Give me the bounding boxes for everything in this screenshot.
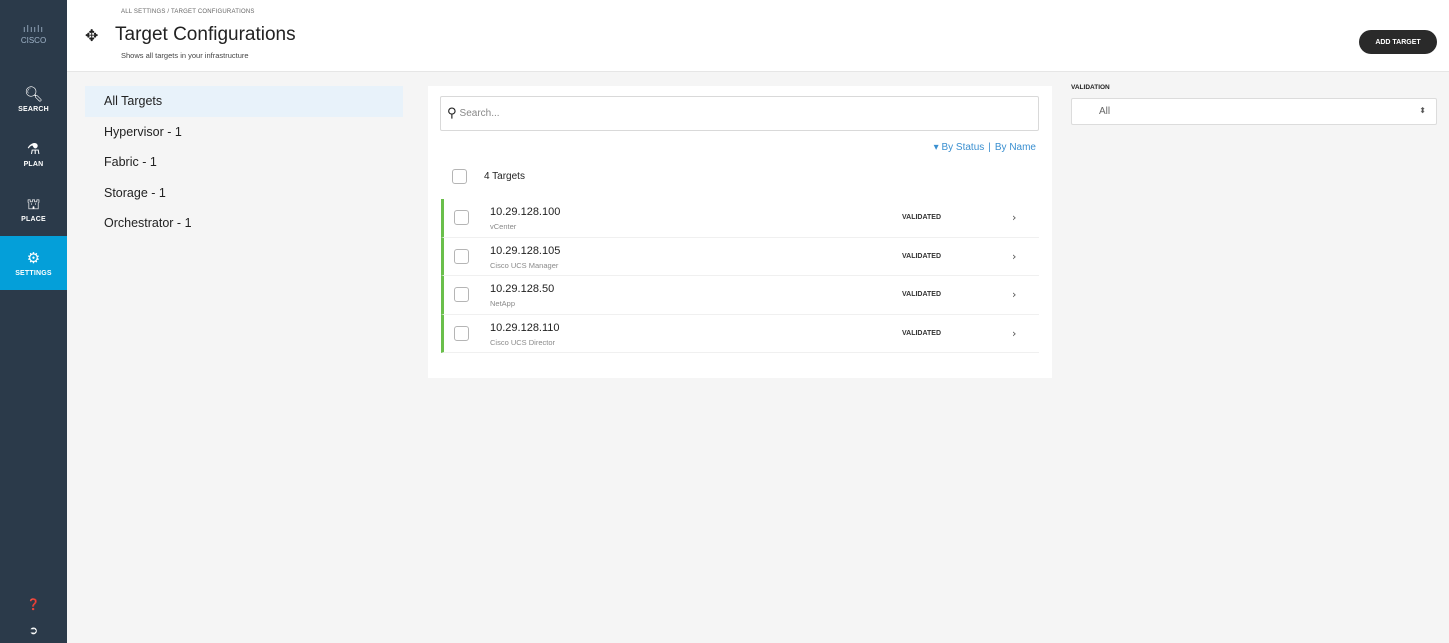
target-row[interactable]: 10.29.128.110 Cisco UCS Director VALIDAT… — [441, 314, 1039, 353]
status-badge: VALIDATED — [902, 329, 942, 337]
flask-icon: ⚗ — [26, 139, 41, 158]
logout-icon[interactable]: ➲ — [0, 624, 67, 637]
nav-item-label: PLAN — [23, 160, 44, 168]
title-row: ✥ Target Configurations — [85, 24, 296, 46]
target-ip: 10.29.128.50 — [490, 283, 555, 295]
nav-item-label: SETTINGS — [15, 269, 52, 277]
target-ip: 10.29.128.100 — [490, 206, 561, 218]
validation-select[interactable]: All ⬍ — [1071, 98, 1437, 125]
status-badge: VALIDATED — [902, 252, 942, 260]
filter-orchestrator[interactable]: Orchestrator - 1 — [85, 208, 403, 239]
sort-by-status-link[interactable]: ▾ By Status — [934, 142, 985, 153]
cisco-logo[interactable]: ılıılı CISCO — [0, 0, 67, 70]
search-input[interactable] — [459, 108, 1020, 119]
nav-item-search[interactable]: 🔍︎ SEARCH — [0, 72, 67, 126]
cisco-logo-bars: ılıılı — [22, 25, 44, 35]
target-type: Cisco UCS Director — [490, 337, 556, 347]
breadcrumb[interactable]: ALL SETTINGS / TARGET CONFIGURATIONS — [121, 9, 255, 15]
select-caret-icon: ⬍ — [1419, 106, 1426, 115]
page-title: Target Configurations — [115, 24, 296, 45]
target-row[interactable]: 10.29.128.50 NetApp VALIDATED › — [441, 276, 1039, 315]
place-icon: ⛫ — [26, 194, 41, 213]
validation-selected-value: All — [1099, 106, 1111, 117]
search-box[interactable]: ⚲ — [440, 96, 1039, 131]
gears-icon: ⚙ — [26, 248, 41, 267]
add-target-button[interactable]: ADD TARGET — [1359, 30, 1437, 54]
nav-rail: ılıılı CISCO 🔍︎ SEARCH ⚗ PLAN ⛫ PLACE ⚙ … — [0, 0, 67, 643]
chevron-right-icon[interactable]: › — [1012, 211, 1016, 224]
sort-separator: | — [988, 142, 991, 153]
validation-label: VALIDATION — [1071, 84, 1110, 91]
target-list: 10.29.128.100 vCenter VALIDATED › 10.29.… — [441, 199, 1039, 353]
chevron-right-icon[interactable]: › — [1012, 288, 1016, 301]
nav-item-label: SEARCH — [18, 105, 49, 113]
row-checkbox[interactable] — [454, 210, 469, 226]
list-header: 4 Targets — [452, 169, 525, 184]
filter-all-targets[interactable]: All Targets — [85, 86, 403, 117]
sort-by-name-link[interactable]: By Name — [995, 142, 1036, 153]
target-ip: 10.29.128.110 — [490, 321, 560, 334]
filter-fabric[interactable]: Fabric - 1 — [85, 147, 403, 178]
row-checkbox[interactable] — [454, 325, 469, 341]
crosshair-icon: ✥ — [85, 25, 99, 45]
row-checkbox[interactable] — [454, 287, 469, 303]
page-header: ALL SETTINGS / TARGET CONFIGURATIONS ✥ T… — [67, 0, 1449, 72]
targets-panel: ⚲ ▾ By Status| By Name 4 Targets 10.29.12… — [428, 86, 1052, 378]
search-icon: 🔍︎ — [23, 84, 44, 103]
status-badge: VALIDATED — [902, 291, 942, 298]
target-row[interactable]: 10.29.128.105 Cisco UCS Manager VALIDATE… — [441, 237, 1039, 276]
cisco-logo-word: CISCO — [20, 36, 47, 45]
chevron-right-icon[interactable]: › — [1012, 250, 1016, 263]
target-type: vCenter — [490, 222, 517, 231]
target-row[interactable]: 10.29.128.100 vCenter VALIDATED › — [441, 199, 1039, 238]
filter-hypervisor[interactable]: Hypervisor - 1 — [85, 117, 403, 148]
target-count: 4 Targets — [484, 171, 525, 182]
chevron-right-icon[interactable]: › — [1012, 327, 1016, 340]
nav-item-settings[interactable]: ⚙ SETTINGS — [0, 236, 67, 290]
search-icon: ⚲ — [447, 106, 457, 121]
target-category-list: All Targets Hypervisor - 1 Fabric - 1 St… — [85, 86, 403, 239]
filter-storage[interactable]: Storage - 1 — [85, 178, 403, 209]
help-icon[interactable]: ❓ — [0, 598, 67, 611]
target-ip: 10.29.128.105 — [490, 244, 561, 257]
nav-item-plan[interactable]: ⚗ PLAN — [0, 127, 67, 181]
target-type: NetApp — [490, 299, 516, 308]
nav-item-label: PLACE — [21, 215, 46, 223]
page-subtitle: Shows all targets in your infrastructure — [121, 51, 249, 60]
status-badge: VALIDATED — [902, 214, 942, 221]
row-checkbox[interactable] — [454, 248, 469, 264]
target-type: Cisco UCS Manager — [490, 260, 559, 270]
sort-controls: ▾ By Status | By Name — [934, 142, 1036, 153]
select-all-checkbox[interactable] — [452, 169, 467, 184]
nav-item-place[interactable]: ⛫ PLACE — [0, 182, 67, 236]
